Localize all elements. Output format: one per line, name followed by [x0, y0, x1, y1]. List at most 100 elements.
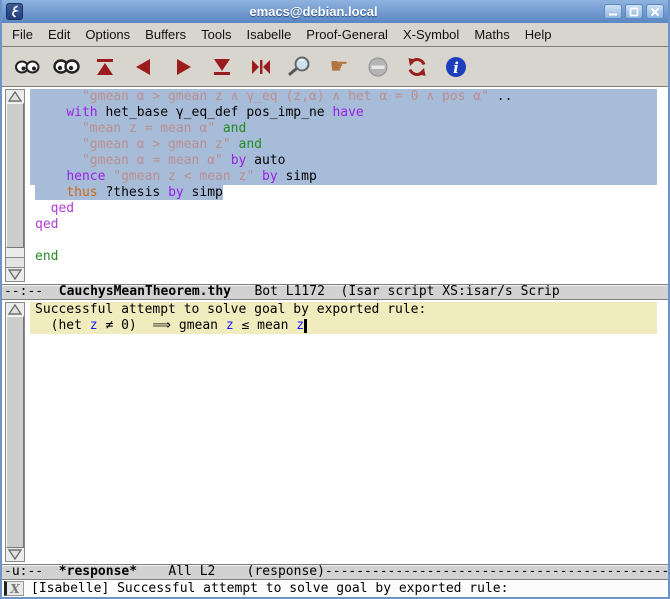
- minimize-button[interactable]: [604, 4, 622, 19]
- close-icon: [650, 7, 660, 17]
- code-segment: qed: [35, 217, 58, 232]
- script-scrollbar[interactable]: [2, 87, 30, 284]
- menu-item-x-symbol[interactable]: X-Symbol: [403, 27, 459, 42]
- x-symbol-indicator-icon: X: [4, 581, 24, 596]
- response-mode-line: -u:-- *response* All L2 (response)------…: [2, 564, 668, 580]
- code-segment: [35, 233, 43, 248]
- code-segment: by: [231, 153, 247, 168]
- code-segment: with: [66, 105, 97, 120]
- code-segment: het_base γ_eq_def pos_imp_ne: [98, 105, 333, 120]
- code-segment: hence: [66, 169, 105, 184]
- code-segment: [35, 121, 82, 136]
- code-segment: z: [296, 318, 304, 333]
- buffer-line: (het z ≠ 0) ⟹ gmean z ≤ mean z: [30, 318, 657, 334]
- maximize-button[interactable]: [625, 4, 643, 19]
- code-segment: [35, 201, 51, 216]
- buffer-line: with het_base γ_eq_def pos_imp_ne have: [30, 105, 657, 121]
- goto-end-icon[interactable]: [207, 53, 237, 81]
- script-window: "gmean α > gmean z ∧ γ_eq (z,α) ∧ het α …: [2, 87, 668, 284]
- response-scrollbar[interactable]: [2, 300, 30, 564]
- minimize-icon: [608, 7, 618, 16]
- script-mode-line: --:-- CauchysMeanTheorem.thy Bot L1172 (…: [2, 284, 668, 300]
- text-cursor: [304, 319, 307, 333]
- code-segment: "mean z = mean α": [82, 121, 215, 136]
- buffer-line: "gmean α > gmean z ∧ γ_eq (z,α) ∧ het α …: [30, 89, 657, 105]
- emacs-window: emacs@debian.local File Edit Options Buf…: [0, 0, 670, 599]
- goto-point-icon[interactable]: [246, 53, 276, 81]
- scroll-down-icon[interactable]: [6, 268, 24, 281]
- scrollbar-thumb[interactable]: [6, 316, 24, 548]
- info-icon[interactable]: i: [441, 53, 471, 81]
- buffer-line: qed: [30, 217, 657, 233]
- undo-step-icon[interactable]: [129, 53, 159, 81]
- buffer-line: "gmean α > gmean z" and: [30, 137, 657, 153]
- buffer-line: Successful attempt to solve goal by expo…: [30, 302, 657, 318]
- code-segment: end: [35, 249, 58, 264]
- code-segment: "gmean z < mean z": [113, 169, 254, 184]
- goggles-large-icon[interactable]: [51, 53, 81, 81]
- menu-item-edit[interactable]: Edit: [48, 27, 70, 42]
- script-buffer-text[interactable]: "gmean α > gmean z ∧ γ_eq (z,α) ∧ het α …: [30, 87, 657, 284]
- scroll-down-icon[interactable]: [6, 548, 24, 561]
- code-segment: auto: [246, 153, 285, 168]
- code-segment: "gmean α = mean α": [82, 153, 223, 168]
- goggles-icon[interactable]: [12, 53, 42, 81]
- window-menu-icon[interactable]: [6, 3, 23, 20]
- buffer-line: qed: [30, 201, 657, 217]
- code-segment: "gmean α > gmean z ∧ γ_eq (z,α) ∧ het α …: [82, 89, 489, 104]
- close-button[interactable]: [646, 4, 664, 19]
- code-segment: [231, 137, 239, 152]
- buffer-line: end: [30, 249, 657, 265]
- minibuffer[interactable]: X [Isabelle] Successful attempt to solve…: [2, 580, 668, 597]
- response-buffer-text[interactable]: Successful attempt to solve goal by expo…: [30, 300, 657, 564]
- code-segment: [35, 137, 82, 152]
- code-segment: [35, 105, 66, 120]
- code-segment: [223, 153, 231, 168]
- menu-item-buffers[interactable]: Buffers: [145, 27, 186, 42]
- code-segment: and: [239, 137, 262, 152]
- code-segment: by: [168, 185, 184, 200]
- menu-item-help[interactable]: Help: [525, 27, 552, 42]
- goto-start-icon[interactable]: [90, 53, 120, 81]
- code-segment: by: [262, 169, 278, 184]
- window-title: emacs@debian.local: [23, 4, 604, 19]
- menu-item-proof-general[interactable]: Proof-General: [306, 27, 388, 42]
- code-segment: z: [90, 318, 98, 333]
- buffer-line: [30, 233, 657, 249]
- buffer-line: thus ?thesis by simp: [30, 185, 657, 201]
- maximize-icon: [629, 7, 639, 17]
- code-segment: [35, 89, 82, 104]
- menu-item-maths[interactable]: Maths: [474, 27, 509, 42]
- stop-icon[interactable]: [363, 53, 393, 81]
- buffer-line: "gmean α = mean α" by auto: [30, 153, 657, 169]
- code-segment: simp: [184, 185, 223, 200]
- title-bar: emacs@debian.local: [2, 0, 668, 23]
- svg-text:i: i: [453, 59, 459, 77]
- code-segment: [35, 185, 66, 200]
- buffer-line: hence "gmean z < mean z" by simp: [30, 169, 657, 185]
- find-theorems-icon[interactable]: [285, 53, 315, 81]
- response-window: Successful attempt to solve goal by expo…: [2, 300, 668, 564]
- mode-line-info: All L2 (response)-----------------------…: [137, 564, 668, 579]
- menu-item-file[interactable]: File: [12, 27, 33, 42]
- mode-line-info: Bot L1172 (Isar script XS:isar/s Scrip: [231, 284, 560, 299]
- echo-area-message: [Isabelle] Successful attempt to solve g…: [31, 581, 508, 596]
- buffer-name: *response*: [59, 564, 137, 579]
- code-segment: (het: [35, 318, 90, 333]
- emacs-logo-icon: [8, 5, 21, 18]
- code-segment: [35, 169, 66, 184]
- menu-item-options[interactable]: Options: [85, 27, 130, 42]
- restart-icon[interactable]: [402, 53, 432, 81]
- code-segment: and: [223, 121, 246, 136]
- code-segment: [215, 121, 223, 136]
- scroll-up-icon[interactable]: [6, 90, 24, 103]
- code-segment: qed: [51, 201, 74, 216]
- next-step-icon[interactable]: [168, 53, 198, 81]
- issue-command-icon[interactable]: ☛: [324, 53, 354, 81]
- scrollbar-thumb[interactable]: [6, 103, 24, 248]
- proof-general-toolbar: ☛ i: [2, 47, 668, 87]
- menu-item-tools[interactable]: Tools: [201, 27, 231, 42]
- menu-bar: File Edit Options Buffers Tools Isabelle…: [2, 23, 668, 47]
- menu-item-isabelle[interactable]: Isabelle: [246, 27, 291, 42]
- scroll-up-icon[interactable]: [6, 303, 24, 316]
